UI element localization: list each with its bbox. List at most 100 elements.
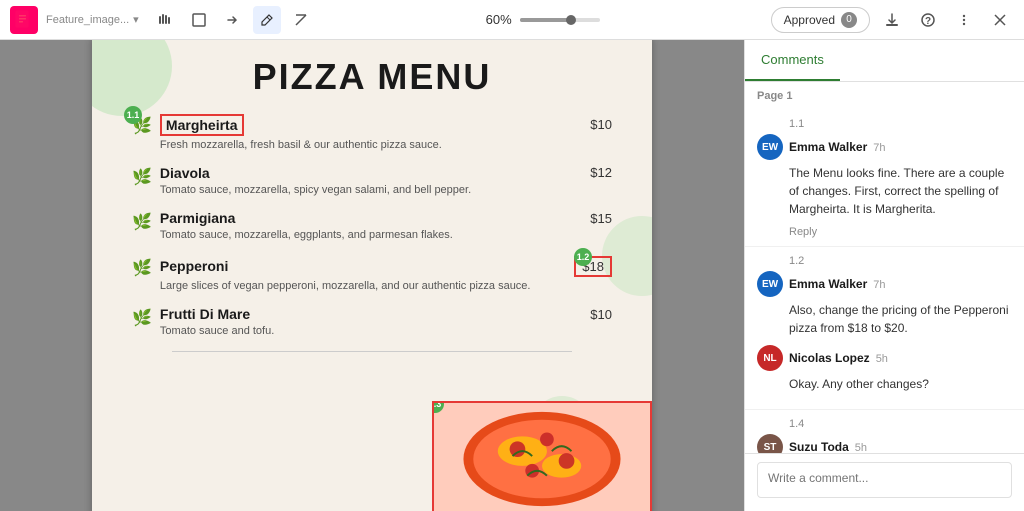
sidebar-header: Comments (745, 40, 1024, 82)
help-button[interactable]: ? (914, 6, 942, 34)
comment-meta-suzu: Suzu Toda 5h (789, 440, 867, 453)
file-icon (10, 6, 38, 34)
item-diavola-price: $12 (590, 165, 612, 180)
leaf-icon-4: 🌿 (132, 258, 152, 278)
leaf-icon-5: 🌿 (132, 308, 152, 328)
reply-button-1-1[interactable]: Reply (789, 226, 1012, 238)
comment-meta-nicolas: Nicolas Lopez 5h (789, 351, 888, 365)
item-parmigiana-content: Parmigiana $15 Tomato sauce, mozzarella,… (160, 210, 612, 243)
main-area: PIZZA MENU 1.1 🌿 Margheirta $10 Fresh mo… (0, 40, 1024, 511)
item-pepperoni-desc: Large slices of vegan pepperoni, mozzare… (160, 279, 612, 294)
comment-time-emma-2: 7h (873, 279, 885, 291)
menu-item-parmigiana: 🌿 Parmigiana $15 Tomato sauce, mozzarell… (132, 210, 612, 243)
comment-item-nicolas: NL Nicolas Lopez 5h Okay. Any other chan… (757, 345, 1012, 393)
comment-item-emma-1: EW Emma Walker 7h The Menu looks fine. T… (757, 134, 1012, 218)
item-frutti-price: $10 (590, 307, 612, 322)
comment-input[interactable] (757, 462, 1012, 498)
avatar-nicolas: NL (757, 345, 783, 371)
toolbar-tools (151, 6, 315, 34)
file-name[interactable]: Feature_image... ▾ (46, 13, 139, 26)
slash-tool-button[interactable] (287, 6, 315, 34)
avatar-emma-2: EW (757, 271, 783, 297)
comment-author-emma-2: Emma Walker (789, 277, 867, 291)
thread-number-1-1: 1.1 (789, 118, 1012, 130)
comment-thread-1-1: 1.1 EW Emma Walker 7h The Menu looks fin… (745, 110, 1024, 247)
zoom-percent: 60% (486, 12, 512, 27)
comment-time-emma-1: 7h (873, 142, 885, 154)
avatar-suzu: ST (757, 434, 783, 453)
comment-time-suzu: 5h (855, 442, 867, 453)
comment-badge-1-2: 1.2 (574, 248, 592, 266)
download-button[interactable] (878, 6, 906, 34)
menu-item-pepperoni: 1.2 🌿 Pepperoni $18 Large slices of vega… (132, 256, 612, 294)
zoom-slider[interactable] (520, 18, 600, 22)
item-margheirta-price: $10 (590, 117, 612, 132)
comment-thread-1-2: 1.2 EW Emma Walker 7h Also, change the p… (745, 247, 1024, 410)
item-margheirta-name: Margheirta (160, 114, 244, 136)
item-pepperoni-content: Pepperoni $18 Large slices of vegan pepp… (160, 256, 612, 294)
page-label: Page 1 (745, 82, 1024, 106)
tab-bar: Comments (745, 40, 1024, 81)
comment-input-area (745, 453, 1024, 511)
comment-header-nicolas: NL Nicolas Lopez 5h (757, 345, 1012, 371)
svg-text:?: ? (925, 16, 931, 27)
comment-meta-emma-2: Emma Walker 7h (789, 277, 886, 291)
frame-tool-button[interactable] (185, 6, 213, 34)
leaf-icon-2: 🌿 (132, 167, 152, 187)
item-diavola-desc: Tomato sauce, mozzarella, spicy vegan sa… (160, 183, 612, 198)
document-area[interactable]: PIZZA MENU 1.1 🌿 Margheirta $10 Fresh mo… (0, 40, 744, 511)
item-margheirta-content: Margheirta $10 Fresh mozzarella, fresh b… (160, 114, 612, 153)
leaf-icon-3: 🌿 (132, 212, 152, 232)
comment-item-suzu: ST Suzu Toda 5h Can we find another imag… (757, 434, 1012, 453)
comment-header-suzu: ST Suzu Toda 5h (757, 434, 1012, 453)
file-name-text: Feature_image... (46, 14, 129, 26)
item-frutti-header: Frutti Di Mare $10 (160, 306, 612, 322)
menu-item-diavola: 🌿 Diavola $12 Tomato sauce, mozzarella, … (132, 165, 612, 198)
hand-tool-button[interactable] (151, 6, 179, 34)
sidebar: Comments Page 1 1.1 EW Emma Walker 7h Th… (744, 40, 1024, 511)
menu-item-margheirta: 1.1 🌿 Margheirta $10 Fresh mozzarella, f… (132, 114, 612, 153)
item-diavola-name: Diavola (160, 165, 210, 181)
comment-text-emma-1: The Menu looks fine. There are a couple … (789, 164, 1012, 218)
approved-badge: 0 (841, 12, 857, 28)
comment-header-emma-1: EW Emma Walker 7h (757, 134, 1012, 160)
menu-item-frutti: 🌿 Frutti Di Mare $10 Tomato sauce and to… (132, 306, 612, 339)
pen-tool-button[interactable] (253, 6, 281, 34)
menu-divider (172, 351, 572, 352)
more-button[interactable] (950, 6, 978, 34)
toolbar-right: Approved 0 ? (771, 6, 1014, 34)
comment-badge-1-1: 1.1 (124, 106, 142, 124)
comments-list: 1.1 EW Emma Walker 7h The Menu looks fin… (745, 106, 1024, 453)
comment-author-suzu: Suzu Toda (789, 440, 849, 453)
item-diavola-header: Diavola $12 (160, 165, 612, 181)
tab-comments[interactable]: Comments (745, 40, 840, 81)
arrow-tool-button[interactable] (219, 6, 247, 34)
comment-meta-emma-1: Emma Walker 7h (789, 140, 886, 154)
item-frutti-content: Frutti Di Mare $10 Tomato sauce and tofu… (160, 306, 612, 339)
item-frutti-desc: Tomato sauce and tofu. (160, 324, 612, 339)
item-frutti-name: Frutti Di Mare (160, 306, 250, 322)
item-parmigiana-price: $15 (590, 211, 612, 226)
approved-button[interactable]: Approved 0 (771, 7, 870, 33)
avatar-emma-1: EW (757, 134, 783, 160)
toolbar: Feature_image... ▾ 60% (0, 0, 1024, 40)
comment-text-emma-2: Also, change the pricing of the Pepperon… (789, 301, 1012, 337)
item-parmigiana-desc: Tomato sauce, mozzarella, eggplants, and… (160, 228, 612, 243)
pizza-svg (434, 401, 650, 511)
comment-text-nicolas: Okay. Any other changes? (789, 375, 1012, 393)
item-diavola-content: Diavola $12 Tomato sauce, mozzarella, sp… (160, 165, 612, 198)
comment-author-nicolas: Nicolas Lopez (789, 351, 870, 365)
chevron-down-icon: ▾ (133, 13, 139, 26)
item-pepperoni-name: Pepperoni (160, 258, 228, 274)
comment-item-emma-2: EW Emma Walker 7h Also, change the prici… (757, 271, 1012, 337)
document-page: PIZZA MENU 1.1 🌿 Margheirta $10 Fresh mo… (92, 40, 652, 511)
approved-label: Approved (784, 13, 835, 27)
toolbar-left: Feature_image... ▾ (10, 6, 315, 34)
thread-number-1-4: 1.4 (789, 418, 1012, 430)
menu-title: PIZZA MENU (132, 56, 612, 98)
close-button[interactable] (986, 6, 1014, 34)
item-parmigiana-name: Parmigiana (160, 210, 235, 226)
item-margheirta-header: Margheirta $10 (160, 114, 612, 136)
comment-time-nicolas: 5h (876, 353, 888, 365)
menu-items-list: 1.1 🌿 Margheirta $10 Fresh mozzarella, f… (132, 114, 612, 353)
